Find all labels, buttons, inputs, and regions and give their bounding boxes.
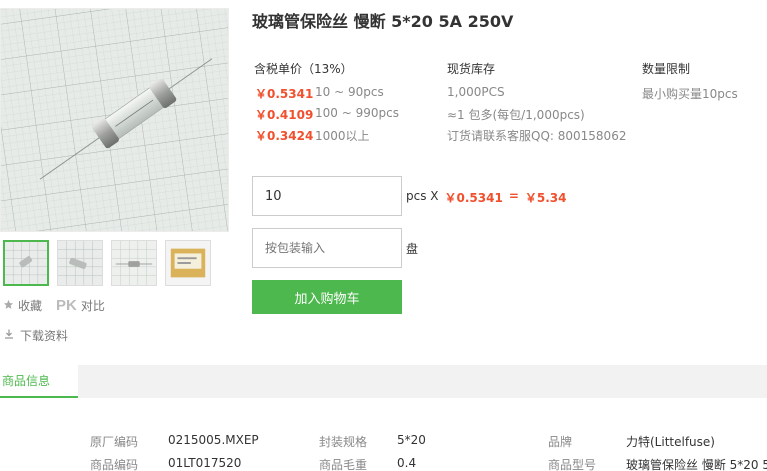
info-value: 5*20 [397,433,426,447]
info-label: 封装规格 [319,435,368,449]
thumbnail-1[interactable] [3,240,49,286]
info-value: 0215005.MXEP [168,433,259,447]
info-label: 商品毛重 [319,458,368,471]
calc-unit-price: ￥0.5341 [444,191,503,205]
info-label: 原厂编码 [90,435,139,449]
fuse-photo [1,9,228,231]
tier-range: 10 ~ 90pcs [315,85,384,99]
download-icon [3,328,15,343]
limit-header: 数量限制 [642,62,691,76]
main-product-image[interactable] [0,8,229,232]
product-title: 玻璃管保险丝 慢断 5*20 5A 250V [252,12,514,31]
package-quantity-input[interactable] [252,228,402,268]
download-datasheet-button[interactable]: 下载资料 [3,327,68,344]
price-tier-row: ￥0.3424 1000以上 [255,127,370,144]
info-label: 品牌 [548,435,573,449]
side-actions: 收藏 PK 对比 [3,297,105,314]
download-label: 下载资料 [20,329,69,343]
thumbnail-3[interactable] [111,240,157,286]
price-tier-row: ￥0.5341 10 ~ 90pcs [255,85,384,102]
favorite-label: 收藏 [18,299,43,313]
info-label: 商品型号 [548,458,597,471]
calc-total-price: ￥5.34 [524,191,567,205]
info-value: 力特(Littelfuse) [626,435,715,449]
price-calculation: pcs X ￥0.5341 = ￥5.34 [406,189,567,206]
tier-range: 100 ~ 990pcs [315,106,399,120]
tier-price: ￥0.3424 [255,129,314,143]
compare-label: 对比 [80,299,105,313]
star-icon [3,299,14,313]
tier-range: 1000以上 [315,129,370,143]
tab-product-info[interactable]: 商品信息 [0,365,78,398]
stock-quantity: 1,000PCS [447,85,505,99]
tier-price: ￥0.5341 [255,87,314,101]
pk-icon: PK [56,297,77,314]
stock-header: 现货库存 [447,62,496,76]
minimum-order: 最小购买量10pcs [642,87,738,101]
detail-tab-bar: 商品信息 [0,365,767,398]
add-to-cart-button[interactable]: 加入购物车 [252,280,402,314]
thumbnail-2[interactable] [57,240,103,286]
info-value: 玻璃管保险丝 慢断 5*20 5... [626,458,767,471]
equals-sign: = [508,189,519,203]
stock-contact: 订货请联系客服QQ: 800158062 [447,129,627,143]
tier-price: ￥0.4109 [255,108,314,122]
compare-button[interactable]: PK 对比 [56,297,105,314]
package-unit-label: 盘 [406,242,419,256]
favorite-button[interactable]: 收藏 [3,297,42,314]
thumbnail-strip [3,240,211,286]
quantity-input[interactable] [252,176,402,216]
quantity-unit-label: pcs X [406,189,439,203]
info-label: 商品编码 [90,458,139,471]
thumbnail-4[interactable] [165,240,211,286]
info-value: 0.4 [397,456,417,470]
price-tier-row: ￥0.4109 100 ~ 990pcs [255,106,399,123]
price-header: 含税单价（13%） [254,62,353,76]
info-value: 01LT017520 [168,456,242,470]
stock-package: ≈1 包多(每包/1,000pcs) [447,108,585,122]
